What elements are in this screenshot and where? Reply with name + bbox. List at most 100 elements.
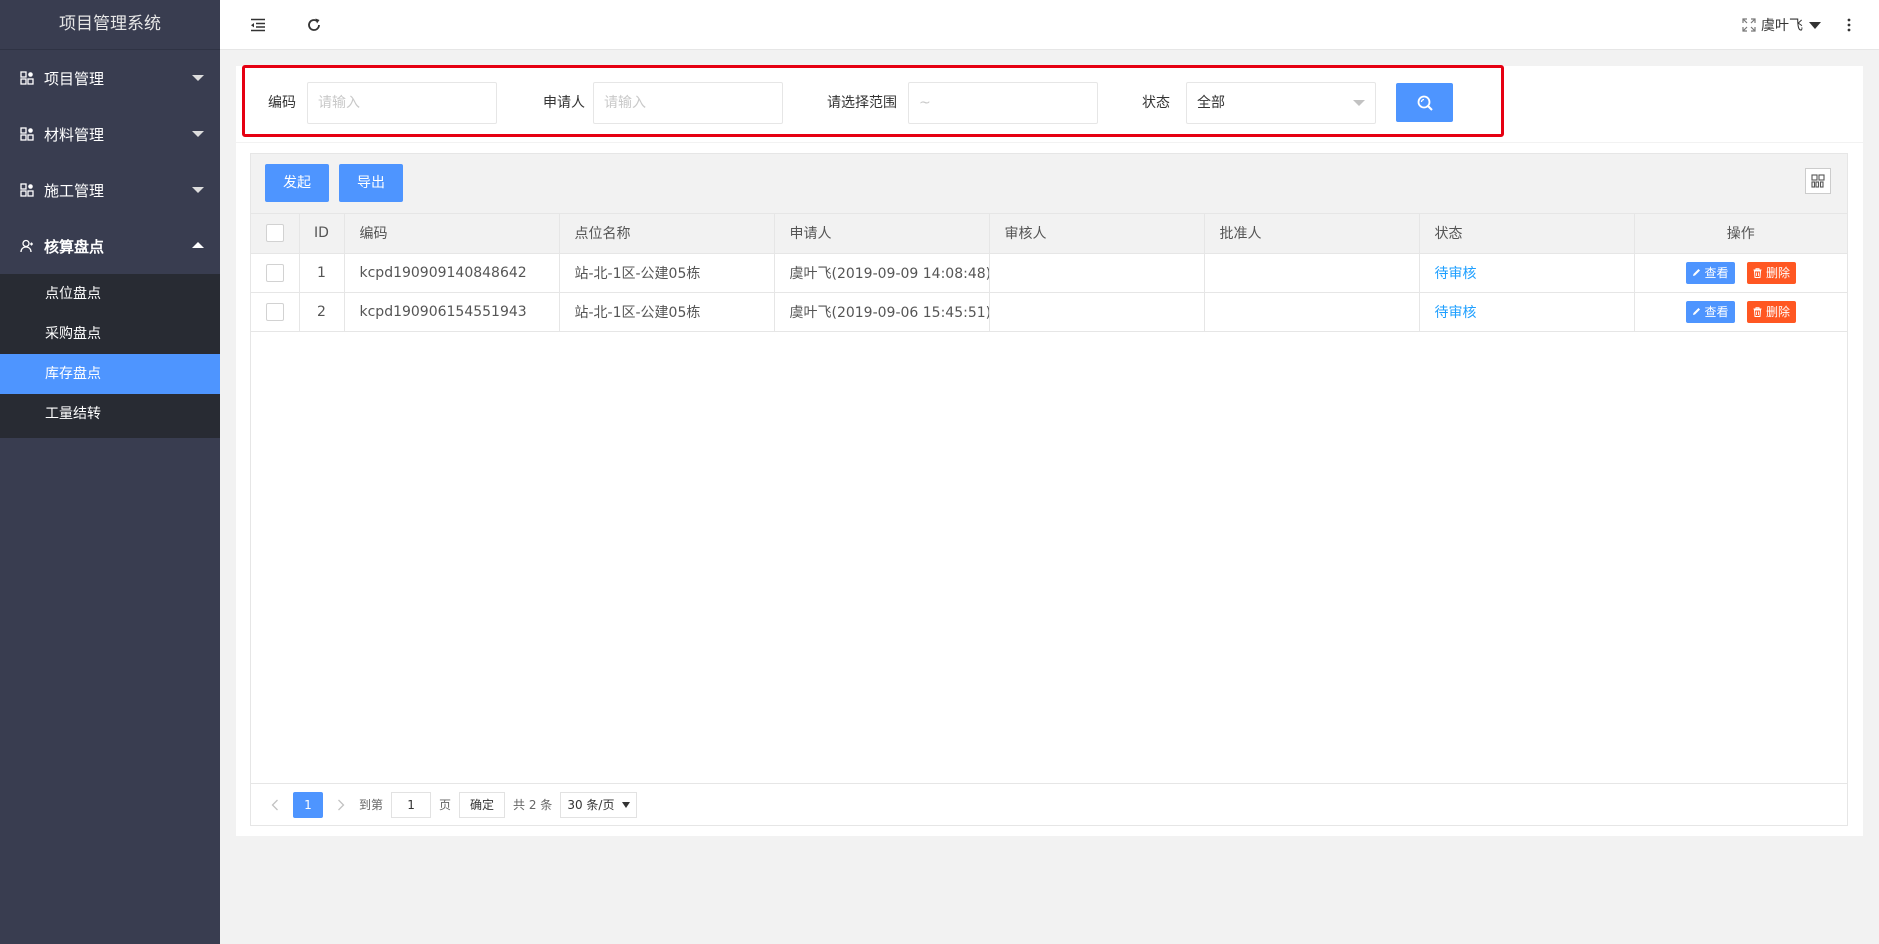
- cell-status: 待审核: [1419, 253, 1635, 293]
- column-filter-button[interactable]: [1805, 168, 1831, 194]
- more-vertical-icon[interactable]: [1839, 15, 1859, 35]
- sidebar-item-label: 材料管理: [44, 125, 105, 144]
- sidebar-subitem-workload-transfer[interactable]: 工量结转: [0, 394, 220, 434]
- prev-page-button[interactable]: [265, 799, 285, 811]
- table-row: 1 kcpd190909140848642 站-北-1区-公建05栋 虞叶飞(2…: [251, 253, 1847, 293]
- cell-location: 站-北-1区-公建05栋: [559, 292, 775, 332]
- status-link[interactable]: 待审核: [1435, 305, 1477, 321]
- table-header-row: ID 编码 点位名称 申请人 审核人 批准人 状态 操作: [251, 214, 1847, 254]
- caret-down-icon: [1353, 100, 1365, 106]
- grid-icon: [20, 71, 34, 85]
- delete-button-label: 删除: [1765, 305, 1790, 319]
- view-button[interactable]: 查看: [1685, 300, 1735, 323]
- column-header-actions: 操作: [1634, 214, 1847, 254]
- status-label: 状态: [1142, 95, 1170, 111]
- cell-applicant: 虞叶飞(2019-09-06 15:45:51): [774, 292, 990, 332]
- delete-button[interactable]: 删除: [1746, 300, 1796, 323]
- caret-up-icon: [192, 242, 204, 248]
- goto-confirm-button[interactable]: 确定: [459, 791, 506, 818]
- sidebar-item-construction[interactable]: 施工管理: [0, 162, 220, 218]
- start-button[interactable]: 发起: [265, 164, 329, 202]
- data-table-panel: 发起 导出 ID 编码 点位名称 申请人 审核人 批准人 状态 操作 1 kcp…: [250, 153, 1848, 826]
- grid-icon: [20, 183, 34, 197]
- column-header-code: 编码: [344, 214, 560, 254]
- column-header-reviewer: 审核人: [989, 214, 1205, 254]
- status-link[interactable]: 待审核: [1435, 266, 1477, 282]
- delete-button-label: 删除: [1765, 266, 1790, 280]
- cell-location: 站-北-1区-公建05栋: [559, 253, 775, 293]
- sidebar-item-material[interactable]: 材料管理: [0, 106, 220, 162]
- cell-id: 2: [299, 292, 345, 332]
- goto-label: 到第: [359, 798, 384, 812]
- grid-icon: [20, 127, 34, 141]
- caret-down-icon: [192, 187, 204, 193]
- row-checkbox[interactable]: [265, 263, 284, 282]
- table-row: 2 kcpd190906154551943 站-北-1区-公建05栋 虞叶飞(2…: [251, 292, 1847, 332]
- trash-icon: [1753, 306, 1762, 317]
- row-select-cell: [251, 253, 300, 293]
- status-select[interactable]: 全部: [1186, 82, 1376, 124]
- code-input[interactable]: [307, 82, 497, 124]
- view-button[interactable]: 查看: [1685, 261, 1735, 284]
- column-header-status: 状态: [1419, 214, 1635, 254]
- sidebar-subitem-location-inventory[interactable]: 点位盘点: [0, 274, 220, 314]
- select-all-cell: [251, 214, 300, 254]
- column-header-id: ID: [299, 214, 345, 254]
- page-size-select[interactable]: 30 条/页: [560, 791, 638, 818]
- cell-reviewer: [989, 253, 1205, 293]
- edit-icon: [1692, 268, 1701, 277]
- next-page-button[interactable]: [331, 799, 351, 811]
- row-checkbox[interactable]: [265, 302, 284, 321]
- export-button[interactable]: 导出: [339, 164, 403, 202]
- range-label: 请选择范围: [827, 95, 897, 111]
- select-all-checkbox[interactable]: [265, 224, 284, 243]
- cell-approver: [1204, 292, 1420, 332]
- user-menu[interactable]: 虞叶飞: [1761, 15, 1821, 35]
- trash-icon: [1753, 267, 1762, 278]
- cell-approver: [1204, 253, 1420, 293]
- sidebar-item-label: 核算盘点: [44, 237, 105, 256]
- cell-reviewer: [989, 292, 1205, 332]
- sidebar-subitem-stock-inventory[interactable]: 库存盘点: [0, 354, 220, 394]
- applicant-input[interactable]: [593, 82, 783, 124]
- cell-actions: 查看 删除: [1634, 253, 1847, 293]
- fullscreen-icon[interactable]: [1739, 15, 1759, 35]
- pagination: 1 到第 1 页 确定 共 2 条 30 条/页: [251, 783, 1847, 825]
- search-form: 编码 申请人 请选择范围 状态 全部: [242, 65, 1504, 137]
- caret-down-icon: [622, 801, 631, 808]
- user-name: 虞叶飞: [1761, 18, 1803, 34]
- page-size-value: 30 条/页: [567, 797, 615, 812]
- divider: [236, 142, 1863, 143]
- search-icon: [1416, 94, 1434, 112]
- page-unit-label: 页: [439, 798, 452, 812]
- cell-applicant: 虞叶飞(2019-09-09 14:08:48): [774, 253, 990, 293]
- sidebar-item-project[interactable]: 项目管理: [0, 50, 220, 106]
- column-header-location: 点位名称: [559, 214, 775, 254]
- cell-actions: 查看 删除: [1634, 292, 1847, 332]
- search-button[interactable]: [1396, 83, 1453, 122]
- app-title: 项目管理系统: [0, 0, 220, 50]
- menu-indent-icon[interactable]: [248, 15, 268, 35]
- sidebar-item-accounting[interactable]: 核算盘点: [0, 218, 220, 274]
- chevron-left-icon: [271, 799, 279, 811]
- column-header-approver: 批准人: [1204, 214, 1420, 254]
- delete-button[interactable]: 删除: [1746, 261, 1796, 284]
- refresh-icon[interactable]: [304, 15, 324, 35]
- user-icon: [20, 239, 34, 253]
- sidebar-subitem-purchase-inventory[interactable]: 采购盘点: [0, 314, 220, 354]
- cell-id: 1: [299, 253, 345, 293]
- caret-down-icon: [192, 131, 204, 137]
- columns-icon: [1811, 174, 1825, 188]
- status-select-value: 全部: [1197, 95, 1225, 111]
- table-toolbar: 发起 导出: [251, 154, 1847, 214]
- sidebar-item-label: 施工管理: [44, 181, 105, 200]
- cell-status: 待审核: [1419, 292, 1635, 332]
- code-label: 编码: [268, 95, 296, 111]
- data-table: ID 编码 点位名称 申请人 审核人 批准人 状态 操作 1 kcpd19090…: [251, 214, 1847, 332]
- date-range-input[interactable]: [908, 82, 1098, 124]
- main-content: 编码 申请人 请选择范围 状态 全部 发起 导出: [236, 65, 1863, 836]
- page-number-current[interactable]: 1: [293, 791, 323, 818]
- goto-page-input[interactable]: 1: [391, 791, 432, 818]
- top-header: 虞叶飞: [220, 0, 1879, 50]
- sidebar: 项目管理系统 项目管理 材料管理 施工管理 核算盘点 点位盘点 采购盘点 库存盘…: [0, 0, 220, 944]
